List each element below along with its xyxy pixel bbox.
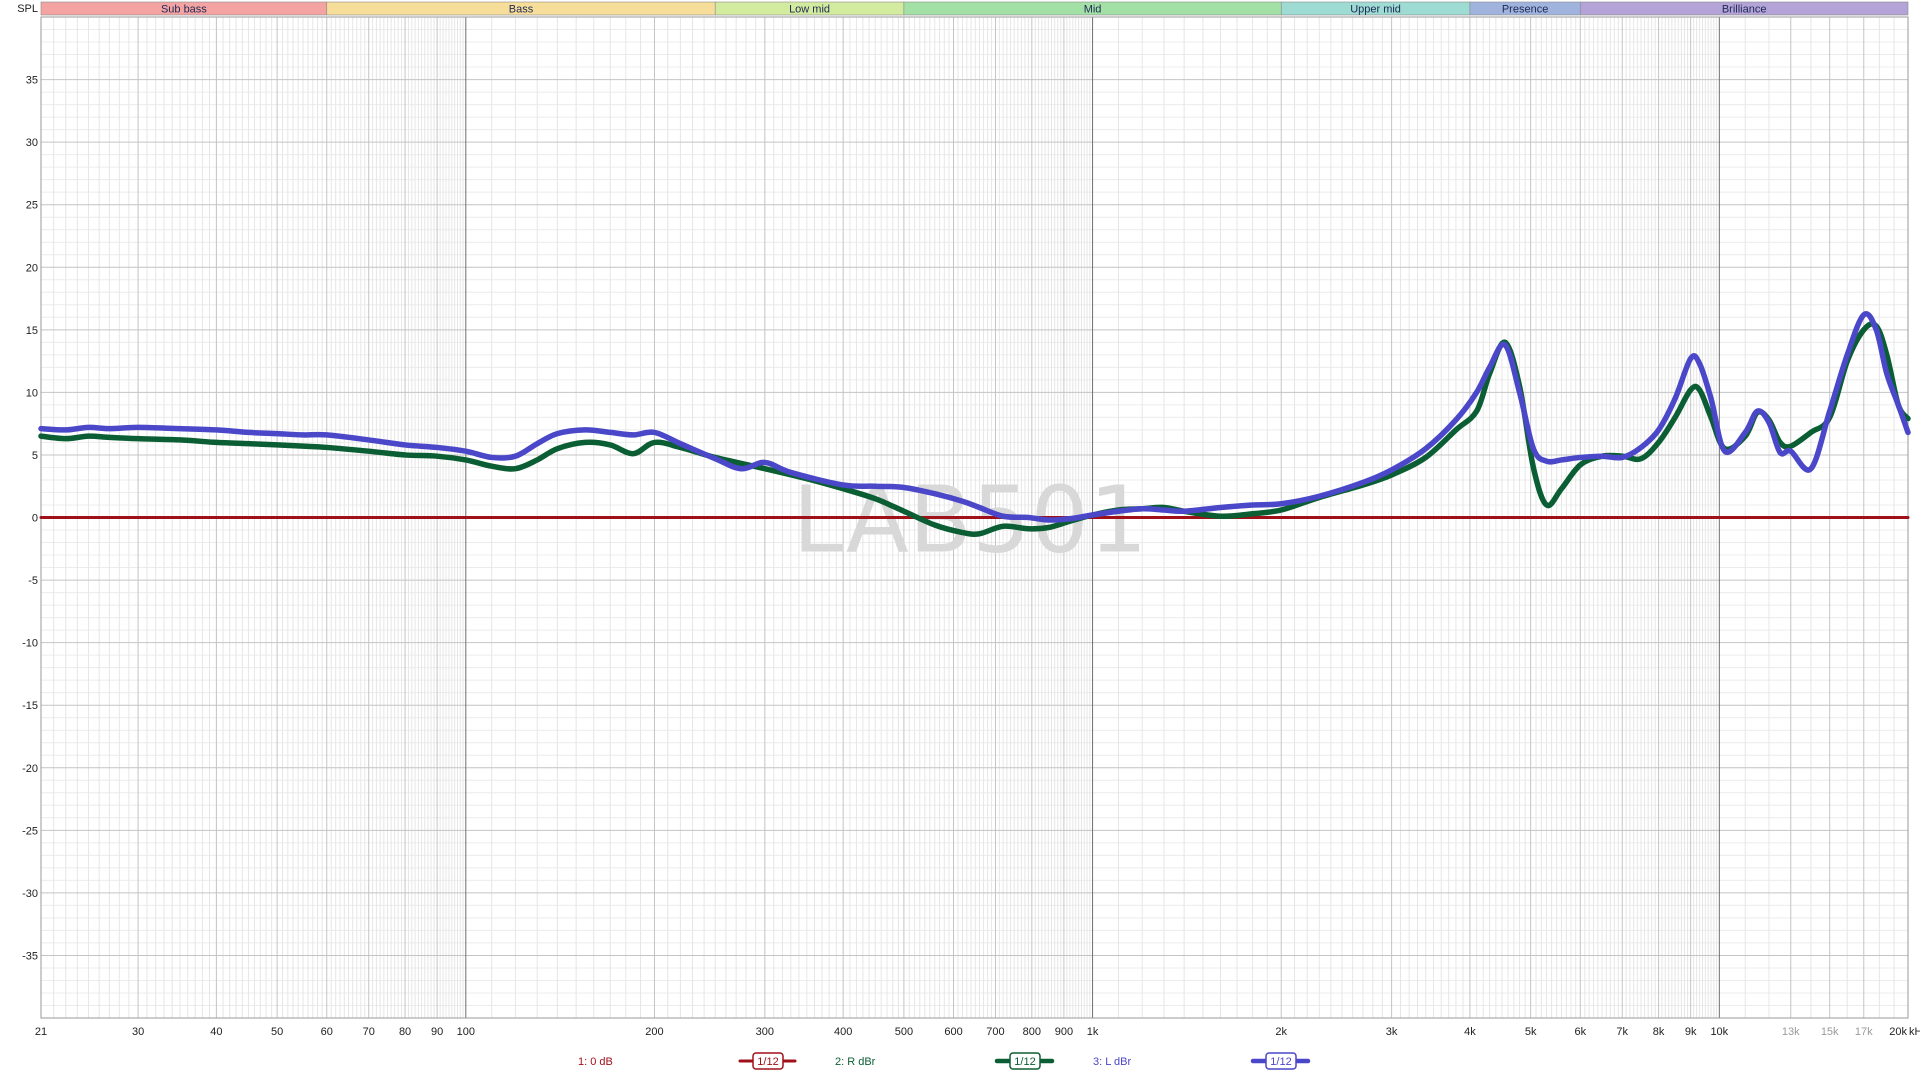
x-tick-label: 300	[756, 1026, 774, 1038]
band-0-label: Sub bass	[161, 4, 207, 16]
x-tick-label: 80	[399, 1026, 411, 1038]
x-tick-label: 5k	[1525, 1026, 1537, 1038]
band-6-label: Brilliance	[1722, 4, 1767, 16]
y-tick-label: -5	[28, 575, 38, 587]
x-tick-label: 13k	[1782, 1026, 1800, 1038]
frequency-band-strip: Sub bass Bass Low mid Mid Upper mid Presence B…	[40, 1, 1909, 16]
x-tick-label: 3k	[1386, 1026, 1398, 1038]
y-tick-label: 35	[26, 75, 38, 87]
x-tick-label: 15k	[1821, 1026, 1839, 1038]
x-tick-label: 6k	[1574, 1026, 1586, 1038]
x-tick-label: 90	[431, 1026, 443, 1038]
band-5-label: Presence	[1502, 4, 1548, 16]
x-tick-label: 70	[363, 1026, 375, 1038]
x-tick-label: 60	[321, 1026, 333, 1038]
band-2-label: Low mid	[789, 4, 830, 16]
y-axis-title: SPL	[17, 3, 38, 15]
y-tick-label: -35	[22, 950, 38, 962]
y-tick-label: -20	[22, 763, 38, 775]
legend-2-label: 2: R dBr	[835, 1056, 876, 1068]
y-tick-label: -25	[22, 825, 38, 837]
frequency-response-chart: Sub bass Bass Low mid Mid Upper mid Presence B…	[0, 0, 1920, 1070]
x-axis-unit: kHz	[1909, 1026, 1920, 1038]
x-tick-label: 900	[1055, 1026, 1073, 1038]
x-tick-label: 20k	[1889, 1026, 1907, 1038]
legend-3-label: 3: L dBr	[1093, 1056, 1131, 1068]
y-tick-label: 0	[32, 513, 38, 525]
x-tick-label: 600	[944, 1026, 962, 1038]
band-4-label: Upper mid	[1350, 4, 1401, 16]
y-tick-label: -10	[22, 638, 38, 650]
x-tick-label: 30	[132, 1026, 144, 1038]
band-3-label: Mid	[1084, 4, 1102, 16]
x-tick-label: 21	[35, 1026, 47, 1038]
y-tick-label: 15	[26, 325, 38, 337]
x-tick-label: 800	[1023, 1026, 1041, 1038]
y-tick-label: 30	[26, 137, 38, 149]
x-tick-label: 50	[271, 1026, 283, 1038]
y-tick-label: 5	[32, 450, 38, 462]
y-tick-label: -15	[22, 700, 38, 712]
x-tick-label: 17k	[1855, 1026, 1873, 1038]
legend-2-smoothing: 1/12	[1014, 1056, 1035, 1068]
watermark-text: LAB501	[792, 467, 1147, 574]
legend-1-smoothing: 1/12	[757, 1056, 778, 1068]
x-tick-label: 100	[457, 1026, 475, 1038]
band-1-label: Bass	[509, 4, 534, 16]
x-tick-label: 10k	[1710, 1026, 1728, 1038]
legend-3-smoothing: 1/12	[1270, 1056, 1291, 1068]
x-tick-label: 200	[645, 1026, 663, 1038]
x-tick-label: 2k	[1275, 1026, 1287, 1038]
x-tick-label: 9k	[1685, 1026, 1697, 1038]
legend-1-label: 1: 0 dB	[578, 1056, 613, 1068]
y-tick-label: 10	[26, 387, 38, 399]
x-tick-label: 8k	[1653, 1026, 1665, 1038]
x-tick-label: 1k	[1087, 1026, 1099, 1038]
y-tick-label: -30	[22, 888, 38, 900]
y-tick-label: 25	[26, 200, 38, 212]
x-tick-label: 700	[986, 1026, 1004, 1038]
y-tick-label: 20	[26, 262, 38, 274]
x-tick-label: 7k	[1616, 1026, 1628, 1038]
x-tick-label: 4k	[1464, 1026, 1476, 1038]
x-tick-label: 400	[834, 1026, 852, 1038]
x-tick-label: 40	[210, 1026, 222, 1038]
x-tick-label: 500	[895, 1026, 913, 1038]
